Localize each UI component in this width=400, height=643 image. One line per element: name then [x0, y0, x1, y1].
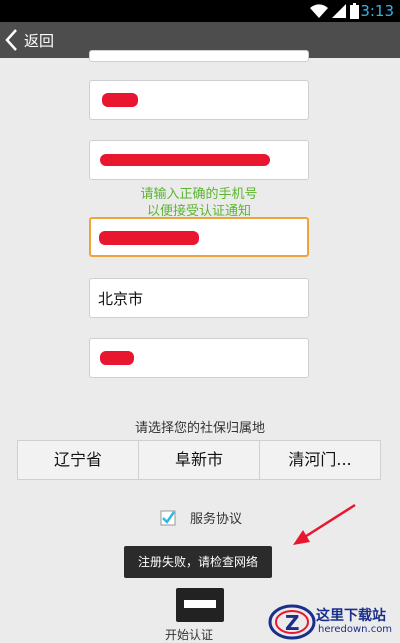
- error-toast: 注册失败，请检查网络: [124, 546, 272, 578]
- watermark-title: 这里下载站: [316, 608, 386, 624]
- id-card-icon: [176, 588, 224, 622]
- start-auth-label: 开始认证: [165, 628, 214, 642]
- svg-text:Z: Z: [285, 611, 300, 635]
- watermark-sub: heredown.com: [318, 624, 393, 635]
- annotation-arrow-icon: [293, 503, 356, 545]
